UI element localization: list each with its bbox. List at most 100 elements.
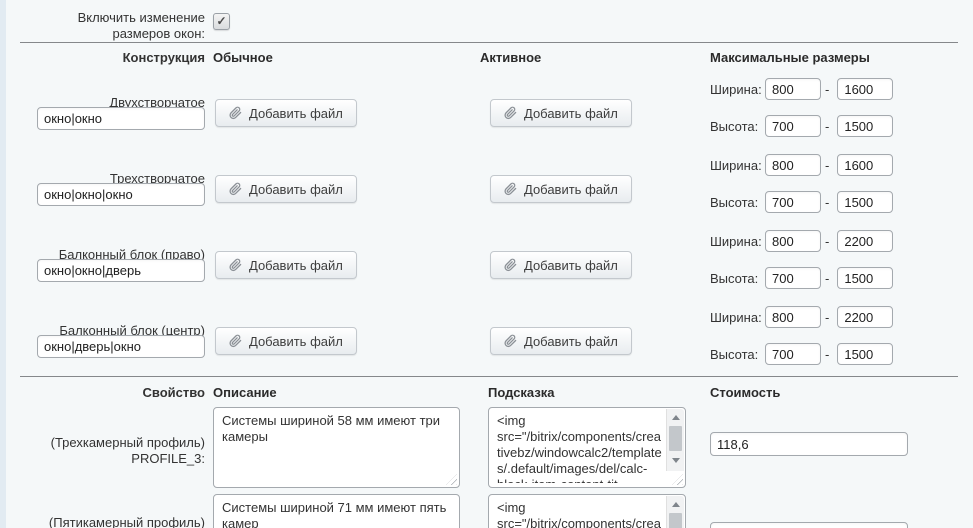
scroll-up-icon	[672, 502, 680, 507]
add-file-label: Добавить файл	[249, 106, 343, 121]
scroll-down-icon	[672, 458, 680, 463]
construction-layout-input[interactable]	[37, 107, 205, 130]
height-max-input[interactable]	[837, 343, 893, 365]
add-file-button-normal[interactable]: Добавить файл	[215, 327, 357, 355]
width-range: Ширина: -	[710, 306, 893, 328]
range-dash: -	[825, 119, 829, 134]
add-file-button-active[interactable]: Добавить файл	[490, 99, 632, 127]
header-description: Описание	[213, 385, 277, 400]
width-min-input[interactable]	[765, 306, 821, 328]
paperclip-icon	[504, 334, 517, 348]
height-max-input[interactable]	[837, 115, 893, 137]
construction-row: Двухстворчатое Добавить файл Добавить фа…	[0, 78, 973, 154]
hint-box[interactable]: <img src="/bitrix/components/creativebz/…	[488, 407, 686, 488]
construction-layout-input[interactable]	[37, 259, 205, 282]
height-label: Высота:	[710, 119, 761, 134]
height-min-input[interactable]	[765, 191, 821, 213]
cost-input[interactable]	[710, 432, 908, 456]
property-row: (Пятикамерный профиль) Системы шириной 7…	[0, 494, 973, 528]
paperclip-icon	[504, 258, 517, 272]
scrollbar-thumb[interactable]	[669, 426, 682, 451]
add-file-button-normal[interactable]: Добавить файл	[215, 251, 357, 279]
height-label: Высота:	[710, 271, 761, 286]
property-name: (Трехкамерный профиль) PROFILE_3:	[20, 435, 205, 467]
construction-row: Трехстворчатое Добавить файл Добавить фа…	[0, 154, 973, 230]
property-name: (Пятикамерный профиль)	[20, 515, 205, 528]
add-file-button-normal[interactable]: Добавить файл	[215, 175, 357, 203]
checkmark-icon: ✓	[216, 14, 226, 28]
width-label: Ширина:	[710, 310, 761, 325]
scrollbar[interactable]	[666, 496, 684, 528]
header-property: Свойство	[20, 385, 205, 401]
width-max-input[interactable]	[837, 78, 893, 100]
description-box[interactable]: Системы шириной 58 мм имеют три камеры	[213, 407, 460, 488]
height-max-input[interactable]	[837, 191, 893, 213]
add-file-button-active[interactable]: Добавить файл	[490, 327, 632, 355]
add-file-label: Добавить файл	[249, 182, 343, 197]
header-hint: Подсказка	[488, 385, 555, 400]
settings-page: Включить изменение размеров окон: ✓ Конс…	[0, 0, 973, 528]
width-label: Ширина:	[710, 158, 761, 173]
add-file-label: Добавить файл	[524, 106, 618, 121]
range-dash: -	[825, 158, 829, 173]
paperclip-icon	[504, 106, 517, 120]
header-cost: Стоимость	[710, 385, 780, 400]
height-range: Высота: -	[710, 115, 893, 137]
cost-input[interactable]	[710, 522, 908, 528]
construction-layout-input[interactable]	[37, 183, 205, 206]
range-dash: -	[825, 195, 829, 210]
hint-text: <img src="/bitrix/components/creativebz/…	[497, 500, 664, 528]
range-dash: -	[825, 347, 829, 362]
construction-row: Балконный блок (право) Добавить файл Доб…	[0, 230, 973, 306]
property-name-line2: PROFILE_3:	[20, 451, 205, 467]
range-dash: -	[825, 234, 829, 249]
construction-layout-input[interactable]	[37, 335, 205, 358]
paperclip-icon	[229, 182, 242, 196]
scrollbar-thumb[interactable]	[669, 513, 682, 528]
width-max-input[interactable]	[837, 230, 893, 252]
paperclip-icon	[504, 182, 517, 196]
range-dash: -	[825, 82, 829, 97]
resize-grip[interactable]	[672, 474, 683, 485]
description-box[interactable]: Системы шириной 71 мм имеют пять камер	[213, 494, 460, 528]
hint-box[interactable]: <img src="/bitrix/components/creativebz/…	[488, 494, 686, 528]
width-range: Ширина: -	[710, 154, 893, 176]
scroll-down-button[interactable]	[667, 453, 684, 468]
height-max-input[interactable]	[837, 267, 893, 289]
height-label: Высота:	[710, 347, 761, 362]
header-normal: Обычное	[213, 50, 273, 65]
construction-row: Балконный блок (центр) Добавить файл Доб…	[0, 306, 973, 382]
header-construction: Конструкция	[20, 50, 205, 66]
add-file-label: Добавить файл	[249, 334, 343, 349]
width-min-input[interactable]	[765, 230, 821, 252]
section-divider	[20, 42, 958, 43]
paperclip-icon	[229, 258, 242, 272]
paperclip-icon	[229, 106, 242, 120]
height-min-input[interactable]	[765, 343, 821, 365]
add-file-button-active[interactable]: Добавить файл	[490, 175, 632, 203]
add-file-label: Добавить файл	[524, 258, 618, 273]
scroll-up-button[interactable]	[667, 410, 684, 425]
scroll-up-icon	[672, 415, 680, 420]
range-dash: -	[825, 271, 829, 286]
height-range: Высота: -	[710, 267, 893, 289]
scrollbar[interactable]	[666, 409, 684, 471]
scroll-up-button[interactable]	[667, 497, 684, 512]
add-file-label: Добавить файл	[524, 182, 618, 197]
height-label: Высота:	[710, 195, 761, 210]
width-min-input[interactable]	[765, 78, 821, 100]
height-min-input[interactable]	[765, 115, 821, 137]
width-max-input[interactable]	[837, 306, 893, 328]
width-label: Ширина:	[710, 234, 761, 249]
resize-toggle-checkbox[interactable]: ✓	[213, 13, 230, 30]
width-min-input[interactable]	[765, 154, 821, 176]
width-range: Ширина: -	[710, 78, 893, 100]
height-range: Высота: -	[710, 191, 893, 213]
width-max-input[interactable]	[837, 154, 893, 176]
header-max-sizes: Максимальные размеры	[710, 50, 870, 65]
add-file-button-normal[interactable]: Добавить файл	[215, 99, 357, 127]
add-file-button-active[interactable]: Добавить файл	[490, 251, 632, 279]
height-min-input[interactable]	[765, 267, 821, 289]
width-label: Ширина:	[710, 82, 761, 97]
width-range: Ширина: -	[710, 230, 893, 252]
